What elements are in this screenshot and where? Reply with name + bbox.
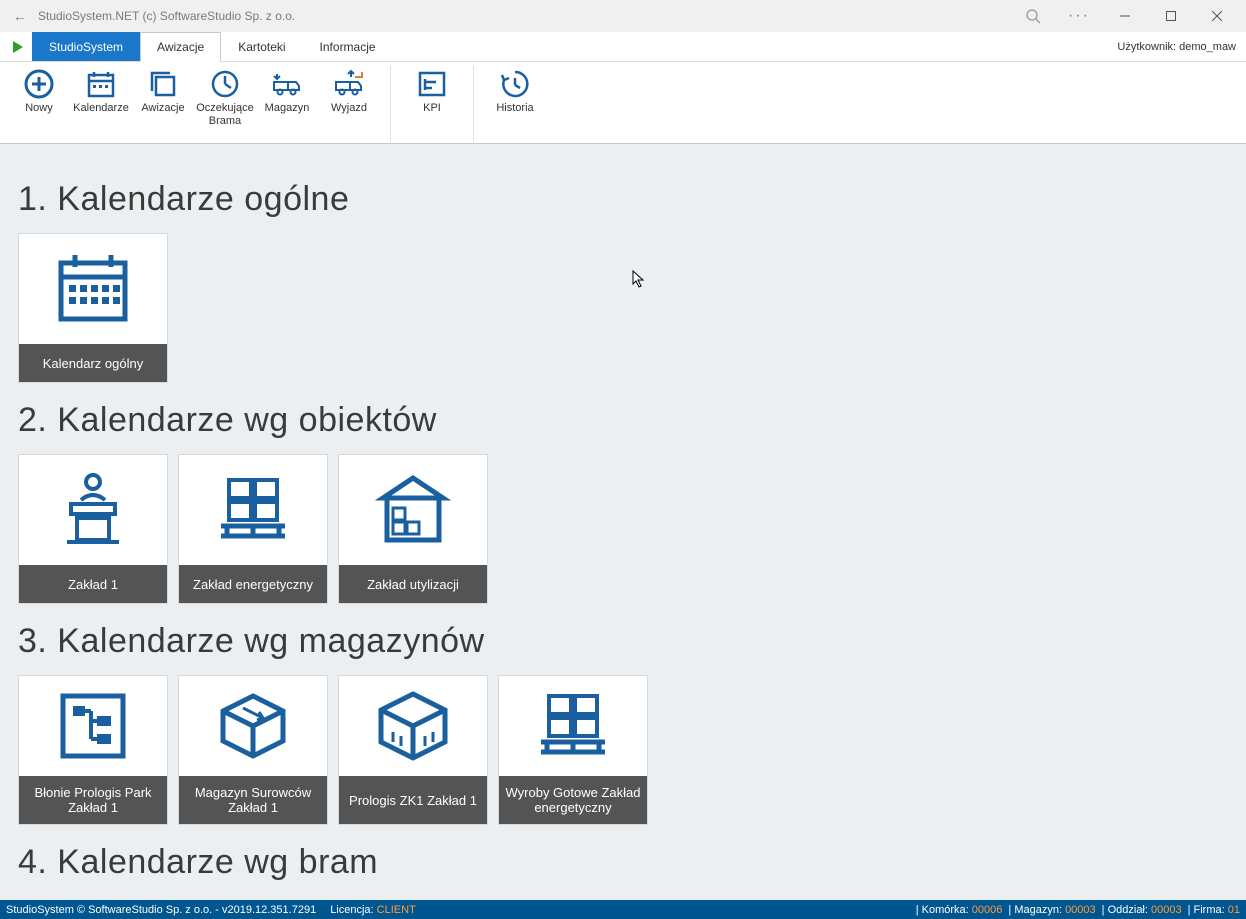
ribbon-historia[interactable]: Historia: [484, 66, 546, 117]
flow-icon: [19, 676, 167, 776]
status-item: | Oddział: 00003: [1102, 904, 1182, 916]
tile-label: Zakład energetyczny: [179, 565, 327, 603]
status-item: | Firma: 01: [1188, 904, 1240, 916]
menubar: StudioSystem AwizacjeKartotekiInformacje…: [0, 32, 1246, 62]
menu-tab-primary[interactable]: StudioSystem: [32, 32, 140, 61]
tile-label: Wyroby Gotowe Zakład energetyczny: [499, 776, 647, 824]
section-title: 4. Kalendarze wg bram: [18, 843, 1228, 882]
section-title: 1. Kalendarze ogólne: [18, 180, 1228, 219]
tile-label: Kalendarz ogólny: [19, 344, 167, 382]
tile-zak-ad-1[interactable]: Zakład 1: [18, 454, 168, 604]
tile-b-onie-prologis-park-zak-ad-1[interactable]: Błonie Prologis Park Zakład 1: [18, 675, 168, 825]
statusbar: StudioSystem © SoftwareStudio Sp. z o.o.…: [0, 900, 1246, 919]
more-icon[interactable]: ···: [1056, 0, 1102, 32]
ribbon-nowy[interactable]: Nowy: [8, 66, 70, 117]
tile-label: Magazyn Surowców Zakład 1: [179, 776, 327, 824]
warehouse-icon: [339, 455, 487, 565]
tile-label: Prologis ZK1 Zakład 1: [339, 776, 487, 824]
ribbon-magazyn[interactable]: Magazyn: [256, 66, 318, 117]
ribbon-wyjazd[interactable]: Wyjazd: [318, 66, 380, 117]
tile-zak-ad-energetyczny[interactable]: Zakład energetyczny: [178, 454, 328, 604]
status-item: | Komórka: 00006: [916, 904, 1003, 916]
copies-icon: [147, 68, 179, 100]
titlebar: ← StudioSystem.NET (c) SoftwareStudio Sp…: [0, 0, 1246, 32]
kpi-icon: [416, 68, 448, 100]
maximize-button[interactable]: [1148, 0, 1194, 32]
tile-wyroby-gotowe-zak-ad-energetyczny[interactable]: Wyroby Gotowe Zakład energetyczny: [498, 675, 648, 825]
close-button[interactable]: [1194, 0, 1240, 32]
tile-label: Błonie Prologis Park Zakład 1: [19, 776, 167, 824]
play-button[interactable]: [4, 32, 32, 61]
pallet-boxes-icon: [499, 676, 647, 776]
menu-tab-informacje[interactable]: Informacje: [303, 32, 393, 61]
minimize-button[interactable]: [1102, 0, 1148, 32]
box-open-icon: [179, 676, 327, 776]
plus-circle-icon: [23, 68, 55, 100]
back-button[interactable]: ←: [6, 8, 34, 24]
user-info: Użytkownik: demo_maw: [1107, 32, 1246, 61]
section-title: 2. Kalendarze wg obiektów: [18, 401, 1228, 440]
tile-label: Zakład 1: [19, 565, 167, 603]
ribbon: NowyKalendarzeAwizacjeOczekująceBramaMag…: [0, 62, 1246, 144]
tile-magazyn-surowc-w-zak-ad-1[interactable]: Magazyn Surowców Zakład 1: [178, 675, 328, 825]
status-left: StudioSystem © SoftwareStudio Sp. z o.o.…: [6, 904, 316, 916]
podium-icon: [19, 455, 167, 565]
tile-label: Zakład utylizacji: [339, 565, 487, 603]
tile-prologis-zk1-zak-ad-1[interactable]: Prologis ZK1 Zakład 1: [338, 675, 488, 825]
ribbon-kalendarze[interactable]: Kalendarze: [70, 66, 132, 117]
menu-tab-awizacje[interactable]: Awizacje: [140, 32, 221, 62]
status-item: | Magazyn: 00003: [1008, 904, 1095, 916]
calendar-big-icon: [19, 234, 167, 344]
search-icon[interactable]: [1010, 0, 1056, 32]
truck-out-icon: [333, 68, 365, 100]
history-icon: [499, 68, 531, 100]
window-title: StudioSystem.NET (c) SoftwareStudio Sp. …: [34, 9, 1010, 23]
calendar-icon: [85, 68, 117, 100]
clock-icon: [209, 68, 241, 100]
section-title: 3. Kalendarze wg magazynów: [18, 622, 1228, 661]
content-area: 1. Kalendarze ogólne Kalendarz ogólny 2. K…: [0, 144, 1246, 900]
menu-tab-kartoteki[interactable]: Kartoteki: [221, 32, 302, 61]
ribbon-kpi[interactable]: KPI: [401, 66, 463, 117]
ribbon-oczekujące-brama[interactable]: OczekująceBrama: [194, 66, 256, 130]
status-license: Licencja: CLIENT: [330, 904, 416, 916]
tile-zak-ad-utylizacji[interactable]: Zakład utylizacji: [338, 454, 488, 604]
truck-in-icon: [271, 68, 303, 100]
tile-kalendarz-og-lny[interactable]: Kalendarz ogólny: [18, 233, 168, 383]
pallet-boxes-icon: [179, 455, 327, 565]
ribbon-awizacje[interactable]: Awizacje: [132, 66, 194, 117]
cube-icon: [339, 676, 487, 776]
